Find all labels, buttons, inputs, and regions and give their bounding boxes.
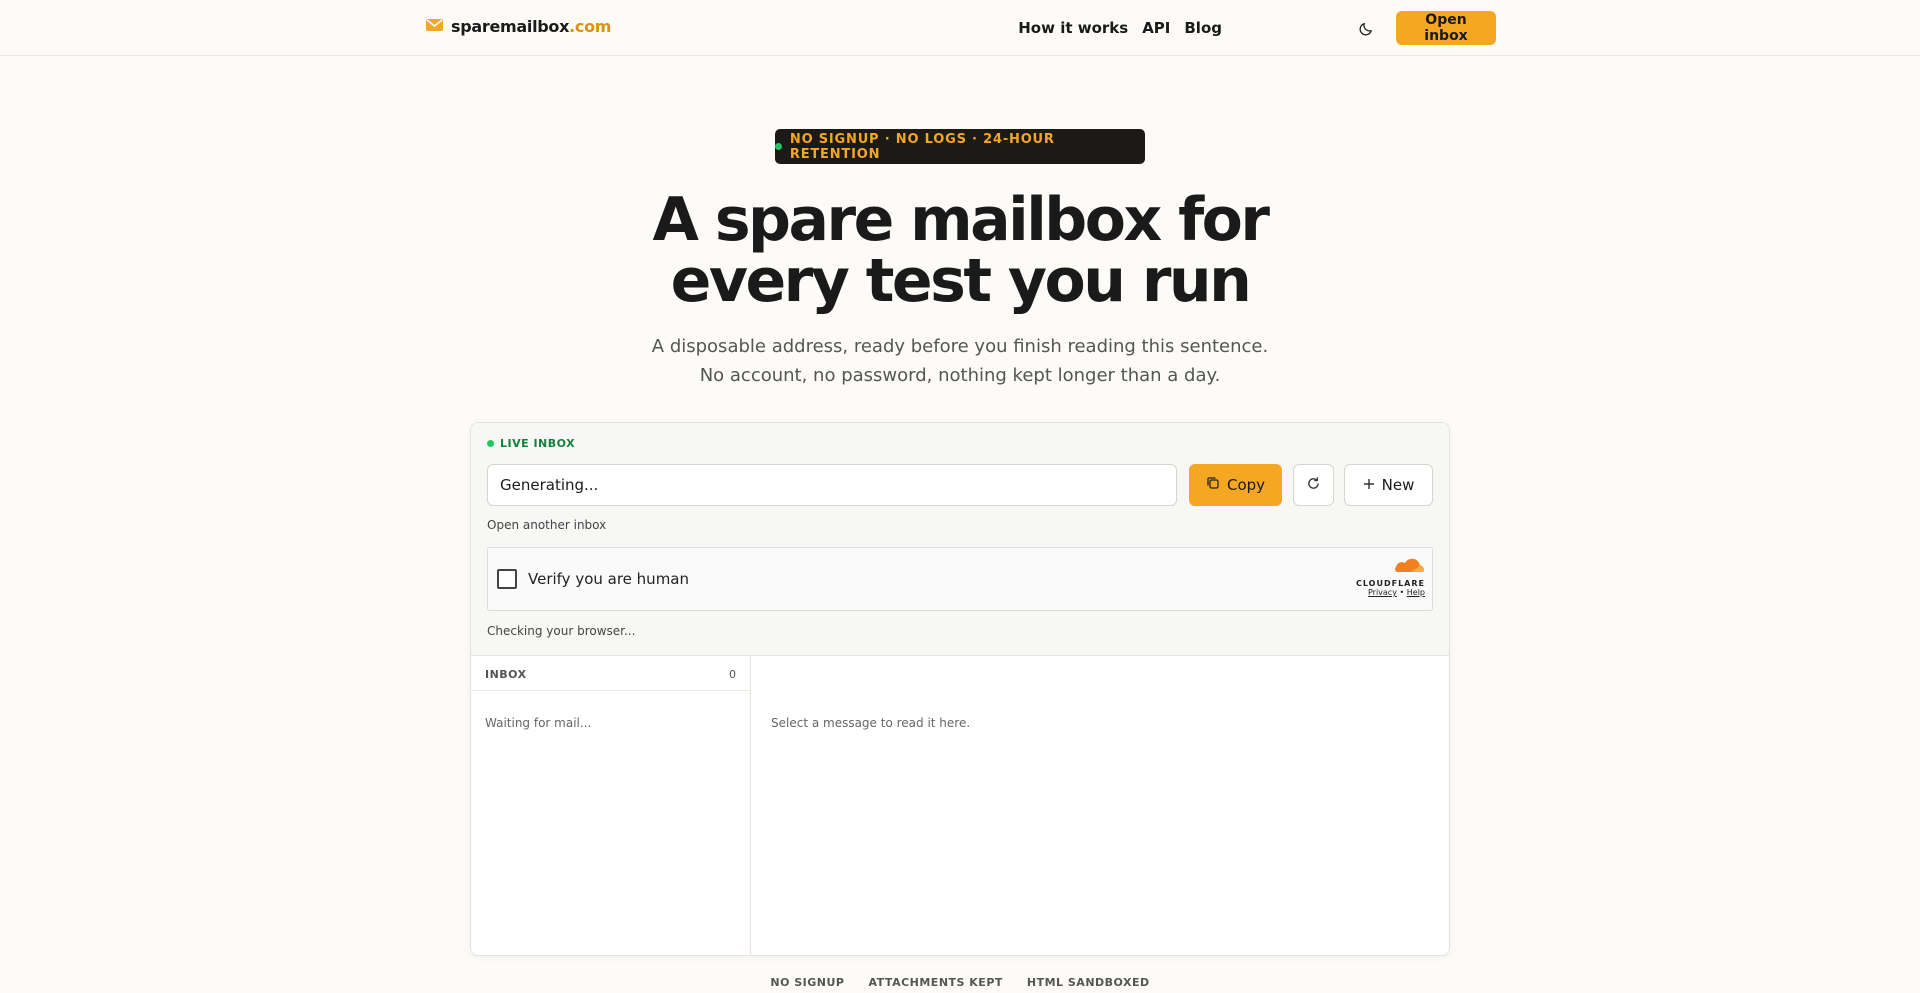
open-another-inbox-link[interactable]: Open another inbox bbox=[487, 518, 606, 532]
feature-badge: NO SIGNUP · NO LOGS · 24-HOUR RETENTION bbox=[775, 129, 1145, 164]
privacy-link[interactable]: Privacy bbox=[1368, 588, 1397, 597]
brand-logo[interactable]: sparemailbox.com bbox=[426, 17, 611, 36]
captcha-status: Checking your browser... bbox=[487, 624, 636, 638]
captcha-widget: Verify you are human CLOUDFLARE Privacy … bbox=[487, 547, 1433, 611]
badge-text: NO SIGNUP · NO LOGS · 24-HOUR RETENTION bbox=[789, 131, 1055, 162]
copy-button[interactable]: Copy bbox=[1189, 464, 1282, 506]
feature-item: HTML SANDBOXED bbox=[1026, 976, 1150, 989]
mailbox-icon bbox=[426, 17, 443, 36]
address-panel: LIVE INBOX Copy New Open another inbox V… bbox=[471, 423, 1449, 656]
message-list: INBOX 0 Waiting for mail... bbox=[471, 656, 751, 955]
nav-how-it-works[interactable]: How it works bbox=[1018, 19, 1128, 37]
cloudflare-cloud-icon bbox=[1389, 558, 1425, 578]
help-link[interactable]: Help bbox=[1407, 588, 1425, 597]
refresh-button[interactable] bbox=[1293, 464, 1334, 506]
email-address-field[interactable] bbox=[487, 464, 1177, 506]
empty-list-message: Waiting for mail... bbox=[485, 716, 592, 730]
nav-blog[interactable]: Blog bbox=[1184, 19, 1222, 37]
hero-title-line-1: A spare mailbox for bbox=[652, 185, 1270, 255]
top-nav-bar: sparemailbox.com How it works API Blog O… bbox=[0, 0, 1920, 56]
open-inbox-button[interactable]: Open inbox bbox=[1396, 11, 1496, 45]
copy-icon bbox=[1206, 476, 1220, 494]
new-address-button[interactable]: New bbox=[1344, 464, 1433, 506]
moon-icon[interactable] bbox=[1356, 18, 1376, 38]
captcha-label: Verify you are human bbox=[528, 570, 690, 588]
hero-title-line-2: every test you run bbox=[670, 246, 1252, 316]
captcha-checkbox[interactable] bbox=[497, 569, 517, 589]
cloudflare-wordmark: CLOUDFLARE bbox=[1356, 579, 1425, 588]
plus-icon bbox=[1363, 476, 1375, 494]
inbox-title: INBOX bbox=[485, 668, 527, 681]
live-inbox-label: LIVE INBOX bbox=[487, 437, 575, 450]
message-list-header: INBOX 0 bbox=[471, 656, 750, 691]
refresh-icon bbox=[1306, 476, 1321, 494]
feature-item: NO SIGNUP bbox=[770, 976, 845, 989]
new-label: New bbox=[1381, 476, 1415, 494]
brand-name: sparemailbox.com bbox=[451, 17, 612, 36]
status-dot bbox=[775, 143, 782, 150]
cloudflare-branding: CLOUDFLARE Privacy • Help bbox=[1335, 558, 1425, 597]
message-count: 0 bbox=[729, 668, 736, 681]
feature-strip: NO SIGNUP ATTACHMENTS KEPT HTML SANDBOXE… bbox=[0, 976, 1920, 989]
inbox-card: LIVE INBOX Copy New Open another inbox V… bbox=[470, 422, 1450, 956]
link-separator: • bbox=[1399, 588, 1405, 597]
cloudflare-links: Privacy • Help bbox=[1335, 588, 1425, 597]
main-nav: How it works API Blog bbox=[1018, 19, 1222, 37]
feature-item: ATTACHMENTS KEPT bbox=[868, 976, 1003, 989]
hero-title: A spare mailbox for every test you run bbox=[560, 190, 1360, 312]
hero-subtitle: A disposable address, ready before you f… bbox=[651, 336, 1269, 386]
live-dot bbox=[487, 440, 494, 447]
copy-label: Copy bbox=[1226, 476, 1266, 494]
nav-api[interactable]: API bbox=[1142, 19, 1170, 37]
reader-placeholder: Select a message to read it here. bbox=[771, 716, 971, 730]
